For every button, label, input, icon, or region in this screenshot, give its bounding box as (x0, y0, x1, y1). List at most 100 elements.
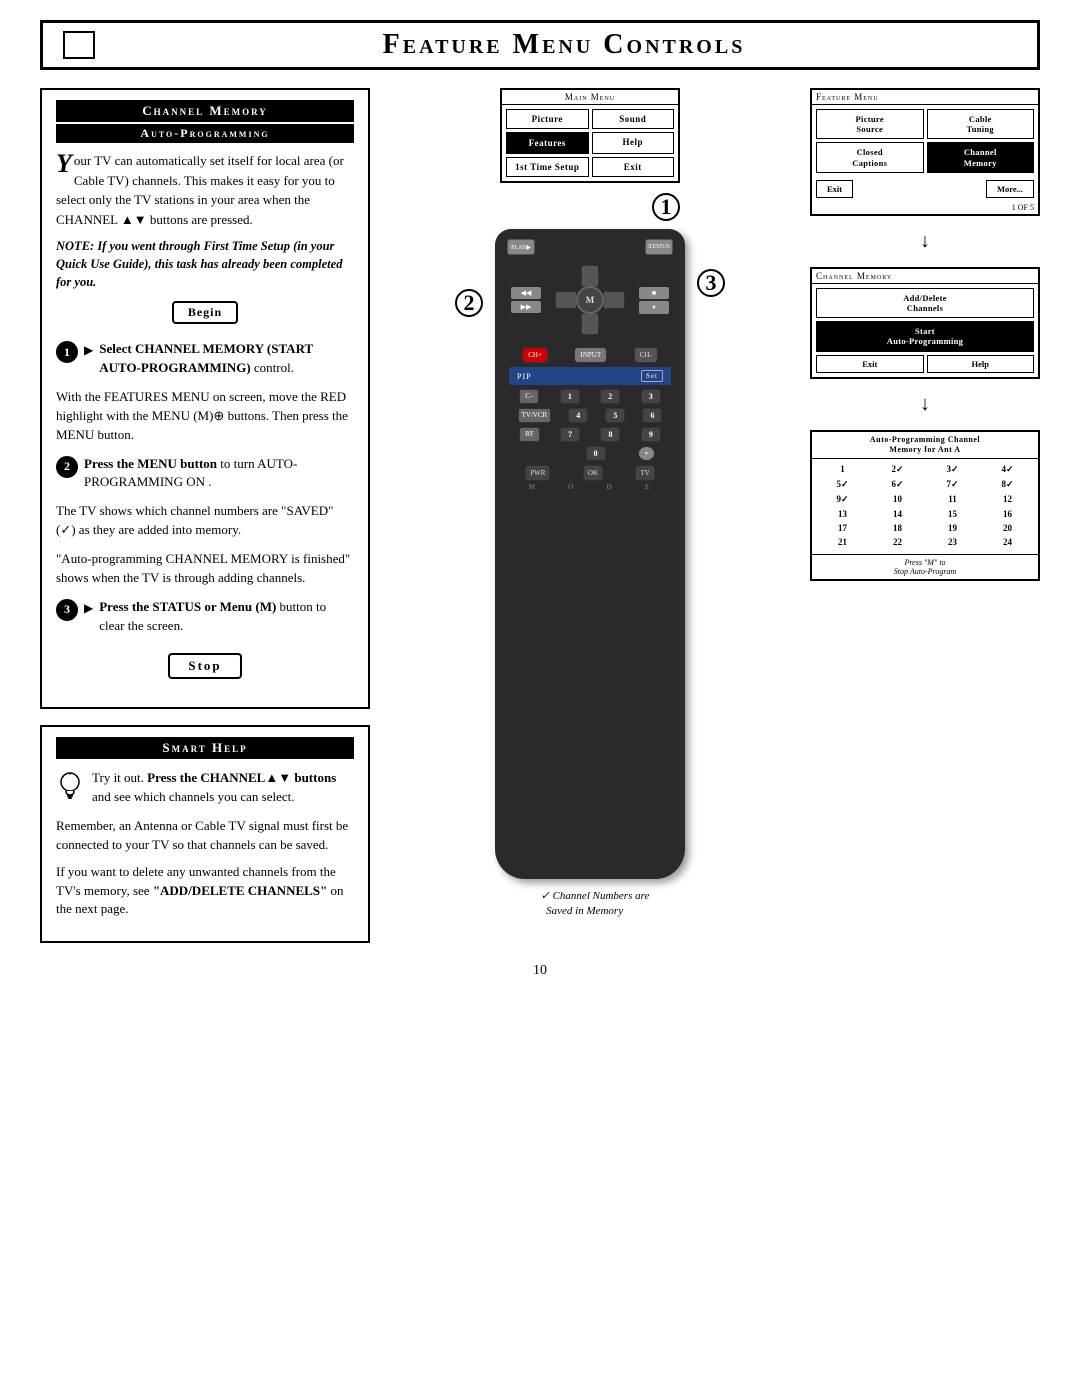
dot-btn[interactable]: • (638, 446, 655, 461)
ch-cell-22: 22 (871, 536, 924, 548)
ch-minus-btn[interactable]: CH- (634, 347, 658, 363)
feature-item-picture-source[interactable]: PictureSource (816, 109, 924, 139)
feature-item-channel-memory[interactable]: ChannelMemory (927, 142, 1035, 172)
input-btn[interactable]: INPUT (574, 347, 607, 363)
nav-buttons-row: CH+ INPUT CH- (503, 347, 677, 363)
num-9-btn[interactable]: 9 (641, 427, 661, 442)
ch-mem-add-delete[interactable]: Add/DeleteChannels (816, 288, 1034, 318)
num-2-btn[interactable]: 2 (600, 389, 620, 404)
channel-memory-header: Channel Memory (56, 100, 354, 122)
step-1-circle: 1 (56, 341, 78, 363)
num-4-btn[interactable]: 4 (568, 408, 588, 423)
dpad-down[interactable] (581, 313, 599, 335)
ch-cell-9: 9✓ (816, 493, 869, 506)
ch-mem-exit-btn[interactable]: Exit (816, 355, 924, 373)
feature-exit-btn[interactable]: Exit (816, 180, 853, 198)
menu-item-sound[interactable]: Sound (592, 109, 675, 129)
ch-cell-21: 21 (816, 536, 869, 548)
tv-vcr-btn[interactable]: TV/VCR (518, 408, 552, 423)
dpad-up[interactable] (581, 265, 599, 287)
auto-programming-header: Auto-Programming (56, 124, 354, 143)
ch-mem-start-auto[interactable]: StartAuto-Programming (816, 321, 1034, 351)
status-button[interactable]: STATUS (645, 239, 673, 255)
page-title: Feature Menu Controls (111, 29, 1017, 61)
step-3: 3 ▶ Press the STATUS or Menu (M) button … (56, 598, 354, 636)
menu-item-features[interactable]: Features (506, 132, 589, 154)
ch-row-5: 17 18 19 20 (816, 522, 1034, 534)
step-1-text: Select CHANNEL MEMORY (START AUTO-PROGRA… (99, 340, 354, 378)
play-button[interactable]: PLAY▶ (507, 239, 535, 255)
checkmark-icon: ✓ (541, 890, 550, 902)
menu-item-exit[interactable]: Exit (592, 157, 675, 177)
mode-display: M O D E (503, 481, 677, 491)
feature-menu-exit-row: Exit More... (812, 177, 1038, 201)
rew-button[interactable]: ◀◀ (511, 287, 541, 299)
pause-button[interactable]: ⏸ (639, 301, 669, 314)
step-badge-3-overlay: 3 (697, 269, 725, 297)
auto-prog-table-box: Auto-Programming ChannelMemory for Ant A… (810, 430, 1040, 582)
num-3-btn[interactable]: 3 (641, 389, 661, 404)
main-menu-grid: Picture Sound Features Help 1st Time Set… (502, 105, 678, 181)
ch-cell-12: 12 (981, 493, 1034, 506)
ch-cell-23: 23 (926, 536, 979, 548)
feature-item-cable-tuning[interactable]: CableTuning (927, 109, 1035, 139)
ok-btn[interactable]: OK (583, 465, 603, 481)
step-2: 2 Press the MENU button to turn AUTO-PRO… (56, 455, 354, 493)
ch-cell-7: 7✓ (926, 478, 979, 491)
bottom-row: PWR OK TV (503, 465, 677, 481)
ch-cell-24: 24 (981, 536, 1034, 548)
intro-paragraph: Y our TV can automatically set itself fo… (56, 151, 354, 229)
ch-plus-btn[interactable]: CH+ (522, 347, 548, 363)
num-5-btn[interactable]: 5 (605, 408, 625, 423)
dpad-right[interactable] (603, 291, 625, 309)
ch-cell-6: 6✓ (871, 478, 924, 491)
feature-menu-box: Feature Menu PictureSource CableTuning C… (810, 88, 1040, 216)
ch-cell-8: 8✓ (981, 478, 1034, 491)
ch-cell-20: 20 (981, 522, 1034, 534)
c-minus-btn[interactable]: C– (519, 389, 539, 404)
smart-help-tip-row: Try it out. Press the CHANNEL▲▼ buttons … (56, 769, 354, 807)
rf-btn[interactable]: RF (519, 427, 540, 442)
remote-control: 2 3 PLAY▶ STATUS ◀◀ ▶▶ (485, 229, 695, 879)
feature-item-closed-captions[interactable]: ClosedCaptions (816, 142, 924, 172)
smart-help-header: Smart Help (56, 737, 354, 759)
ff-button[interactable]: ▶▶ (511, 301, 541, 313)
ch-row-1: 1 2✓ 3✓ 4✓ (816, 463, 1034, 476)
tv-btn[interactable]: TV (635, 465, 654, 481)
feature-more-btn[interactable]: More... (986, 180, 1034, 198)
ch-table: 1 2✓ 3✓ 4✓ 5✓ 6✓ 7✓ 8✓ 9✓ 10 11 12 (812, 459, 1038, 554)
ch-cell-19: 19 (926, 522, 979, 534)
ch-row-4: 13 14 15 16 (816, 508, 1034, 520)
menu-item-help[interactable]: Help (592, 132, 675, 154)
ch-cell-13: 13 (816, 508, 869, 520)
dpad[interactable]: M (555, 265, 625, 335)
num-7-btn[interactable]: 7 (560, 427, 580, 442)
step-1: 1 ▶ Select CHANNEL MEMORY (START AUTO-PR… (56, 340, 354, 378)
page-indicator: 1 OF 5 (812, 201, 1038, 214)
menu-item-picture[interactable]: Picture (506, 109, 589, 129)
step-2-text: Press the MENU button to turn AUTO-PROGR… (84, 455, 354, 493)
ch-cell-5: 5✓ (816, 478, 869, 491)
power-btn[interactable]: PWR (525, 465, 550, 481)
num-8-btn[interactable]: 8 (600, 427, 620, 442)
dpad-center-m[interactable]: M (576, 286, 604, 314)
ch-row-3: 9✓ 10 11 12 (816, 493, 1034, 506)
smart-help-delete-note: If you want to delete any unwanted chann… (56, 863, 354, 920)
num-6-btn[interactable]: 6 (642, 408, 662, 423)
rf-row: RF 7 8 9 (503, 427, 677, 442)
ch-mem-help-btn[interactable]: Help (927, 355, 1035, 373)
spacer (525, 446, 553, 461)
pip-label: PIP (517, 372, 532, 381)
num-1-btn[interactable]: 1 (560, 389, 580, 404)
stop-badge: Stop (168, 653, 241, 679)
large-y-letter: Y (56, 151, 72, 177)
stop-button[interactable]: ■ (639, 287, 669, 299)
feature-menu-grid: PictureSource CableTuning ClosedCaptions… (812, 105, 1038, 177)
num-0-btn[interactable]: 0 (586, 446, 606, 461)
ch-cell-3: 3✓ (926, 463, 979, 476)
dpad-left[interactable] (555, 291, 577, 309)
ch-mem-menu-label: Channel Memory (812, 269, 1038, 284)
ch-mem-menu-content: Add/DeleteChannels StartAuto-Programming… (812, 284, 1038, 377)
step-3-circle: 3 (56, 599, 78, 621)
menu-item-1st-setup[interactable]: 1st Time Setup (506, 157, 589, 177)
